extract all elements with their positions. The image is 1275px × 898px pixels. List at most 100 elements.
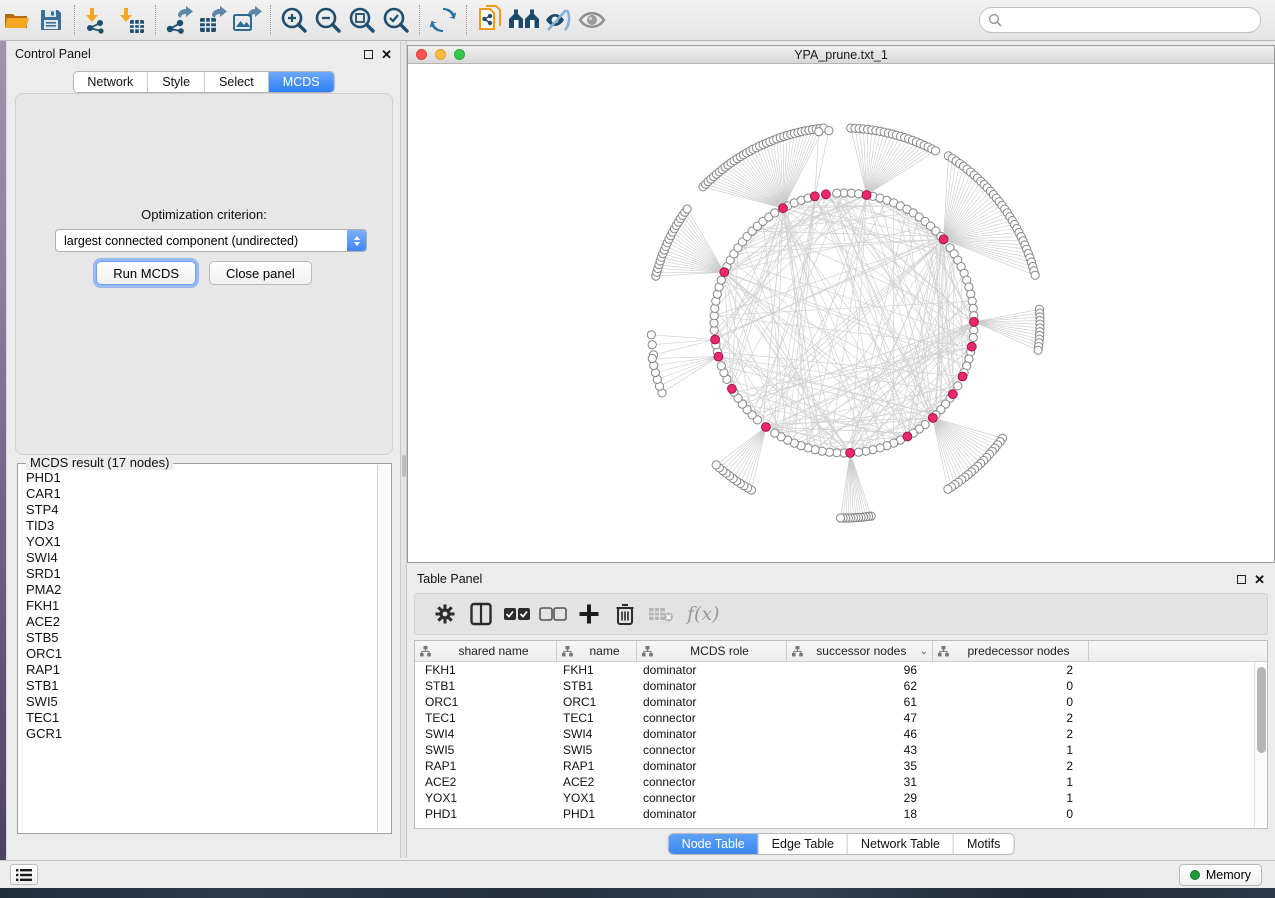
mcds-result-item[interactable]: YOX1: [26, 534, 377, 550]
network-canvas[interactable]: [408, 64, 1274, 562]
zoom-fit-button[interactable]: [345, 3, 379, 37]
zoom-in-button[interactable]: [277, 3, 311, 37]
table-row[interactable]: YOX1YOX1connector291: [415, 790, 1267, 806]
zoom-out-button[interactable]: [311, 3, 345, 37]
column-header-shared-name[interactable]: shared name: [415, 641, 557, 661]
column-header-MCDS-role[interactable]: MCDS role: [637, 641, 787, 661]
mcds-result-item[interactable]: FKH1: [26, 598, 377, 614]
duplicate-network-button[interactable]: [473, 3, 507, 37]
table-scrollbar[interactable]: [1254, 662, 1267, 828]
table-row[interactable]: FKH1FKH1dominator962: [415, 662, 1267, 678]
cell-predecessor-nodes: 0: [933, 695, 1089, 709]
mcds-result-item[interactable]: ACE2: [26, 614, 377, 630]
tab-style[interactable]: Style: [148, 72, 205, 92]
tab-edge-table[interactable]: Edge Table: [759, 834, 848, 854]
select-all-icon: [503, 606, 531, 622]
table-row[interactable]: ACE2ACE2connector311: [415, 774, 1267, 790]
network-window-titlebar[interactable]: YPA_prune.txt_1: [408, 46, 1274, 64]
memory-button[interactable]: Memory: [1179, 864, 1262, 886]
tab-node-table[interactable]: Node Table: [669, 834, 759, 854]
cell-MCDS-role: dominator: [637, 663, 787, 677]
mcds-result-item[interactable]: ORC1: [26, 646, 377, 662]
mcds-result-list[interactable]: PHD1CAR1STP4TID3YOX1SWI4SRD1PMA2FKH1ACE2…: [18, 470, 377, 831]
delete-table-button[interactable]: [643, 596, 679, 632]
tab-mcds[interactable]: MCDS: [269, 72, 334, 92]
import-table-button[interactable]: [115, 3, 149, 37]
search-box[interactable]: [979, 7, 1261, 33]
mcds-result-item[interactable]: SWI4: [26, 550, 377, 566]
maximize-window-icon[interactable]: [454, 49, 465, 60]
mcds-result-item[interactable]: GCR1: [26, 726, 377, 742]
criterion-dropdown[interactable]: largest connected component (undirected): [55, 229, 367, 252]
table-row[interactable]: STB1STB1dominator620: [415, 678, 1267, 694]
network-graph[interactable]: [408, 64, 1274, 562]
create-column-button[interactable]: [571, 596, 607, 632]
function-builder-button[interactable]: f(x): [687, 603, 720, 625]
minimize-window-icon[interactable]: [435, 49, 446, 60]
close-panel-icon[interactable]: ✕: [1254, 575, 1265, 584]
scrollbar-thumb[interactable]: [1257, 667, 1266, 753]
import-network-button[interactable]: [81, 3, 115, 37]
table-row[interactable]: RAP1RAP1dominator352: [415, 758, 1267, 774]
export-image-button[interactable]: [230, 3, 264, 37]
table-settings-button[interactable]: [427, 596, 463, 632]
optimization-criterion-label: Optimization criterion:: [16, 207, 392, 222]
mcds-result-item[interactable]: PMA2: [26, 582, 377, 598]
close-window-icon[interactable]: [416, 49, 427, 60]
close-panel-icon[interactable]: ✕: [381, 50, 392, 59]
tab-select[interactable]: Select: [205, 72, 269, 92]
mcds-result-item[interactable]: TEC1: [26, 710, 377, 726]
hide-graphics-details-button[interactable]: [541, 3, 575, 37]
table-row[interactable]: ORC1ORC1dominator610: [415, 694, 1267, 710]
cell-shared-name: YOX1: [415, 791, 557, 805]
tab-network-table[interactable]: Network Table: [848, 834, 954, 854]
task-history-button[interactable]: [10, 864, 38, 885]
column-header-predecessor-nodes[interactable]: predecessor nodes: [933, 641, 1089, 661]
cell-shared-name: ACE2: [415, 775, 557, 789]
refresh-button[interactable]: [426, 3, 460, 37]
export-table-button[interactable]: [196, 3, 230, 37]
mcds-result-item[interactable]: SRD1: [26, 566, 377, 582]
table-row[interactable]: TEC1TEC1connector472: [415, 710, 1267, 726]
deselect-all-button[interactable]: [535, 596, 571, 632]
save-session-button[interactable]: [34, 3, 68, 37]
show-graphics-details-button[interactable]: [575, 3, 609, 37]
mcds-result-item[interactable]: STB5: [26, 630, 377, 646]
tab-motifs[interactable]: Motifs: [954, 834, 1013, 854]
control-panel-title: Control Panel: [15, 47, 364, 61]
column-header-name[interactable]: name: [557, 641, 637, 661]
tab-network[interactable]: Network: [73, 72, 148, 92]
mcds-result-item[interactable]: PHD1: [26, 470, 377, 486]
column-header-successor-nodes[interactable]: successor nodes⌄: [787, 641, 933, 661]
mcds-result-item[interactable]: CAR1: [26, 486, 377, 502]
table-row[interactable]: PHD1PHD1dominator180: [415, 806, 1267, 822]
open-session-button[interactable]: [0, 3, 34, 37]
toggle-panel-button[interactable]: [463, 596, 499, 632]
search-input[interactable]: [1002, 13, 1260, 27]
table-row[interactable]: SWI5SWI5connector431: [415, 742, 1267, 758]
zoom-selected-icon: [382, 6, 410, 34]
splitter-grabber[interactable]: [402, 455, 406, 477]
mcds-result-item[interactable]: RAP1: [26, 662, 377, 678]
mcds-result-item[interactable]: STP4: [26, 502, 377, 518]
table-row[interactable]: SWI4SWI4dominator462: [415, 726, 1267, 742]
mcds-result-item[interactable]: TID3: [26, 518, 377, 534]
panel-splitter[interactable]: [400, 41, 407, 858]
zoom-in-icon: [280, 6, 308, 34]
node-table[interactable]: shared namenameMCDS rolesuccessor nodes⌄…: [414, 640, 1268, 829]
cell-shared-name: TEC1: [415, 711, 557, 725]
close-panel-button[interactable]: Close panel: [209, 261, 312, 285]
export-network-button[interactable]: [162, 3, 196, 37]
mcds-result-item[interactable]: SWI5: [26, 694, 377, 710]
mcds-result-item[interactable]: STB1: [26, 678, 377, 694]
float-panel-icon[interactable]: [1237, 575, 1246, 584]
run-mcds-button[interactable]: Run MCDS: [96, 261, 196, 285]
float-panel-icon[interactable]: [364, 50, 373, 59]
cell-name: STB1: [557, 679, 637, 693]
select-all-button[interactable]: [499, 596, 535, 632]
first-neighbors-button[interactable]: [507, 3, 541, 37]
zoom-selected-button[interactable]: [379, 3, 413, 37]
cell-predecessor-nodes: 1: [933, 791, 1089, 805]
result-scrollbar[interactable]: [377, 465, 390, 832]
delete-columns-button[interactable]: [607, 596, 643, 632]
